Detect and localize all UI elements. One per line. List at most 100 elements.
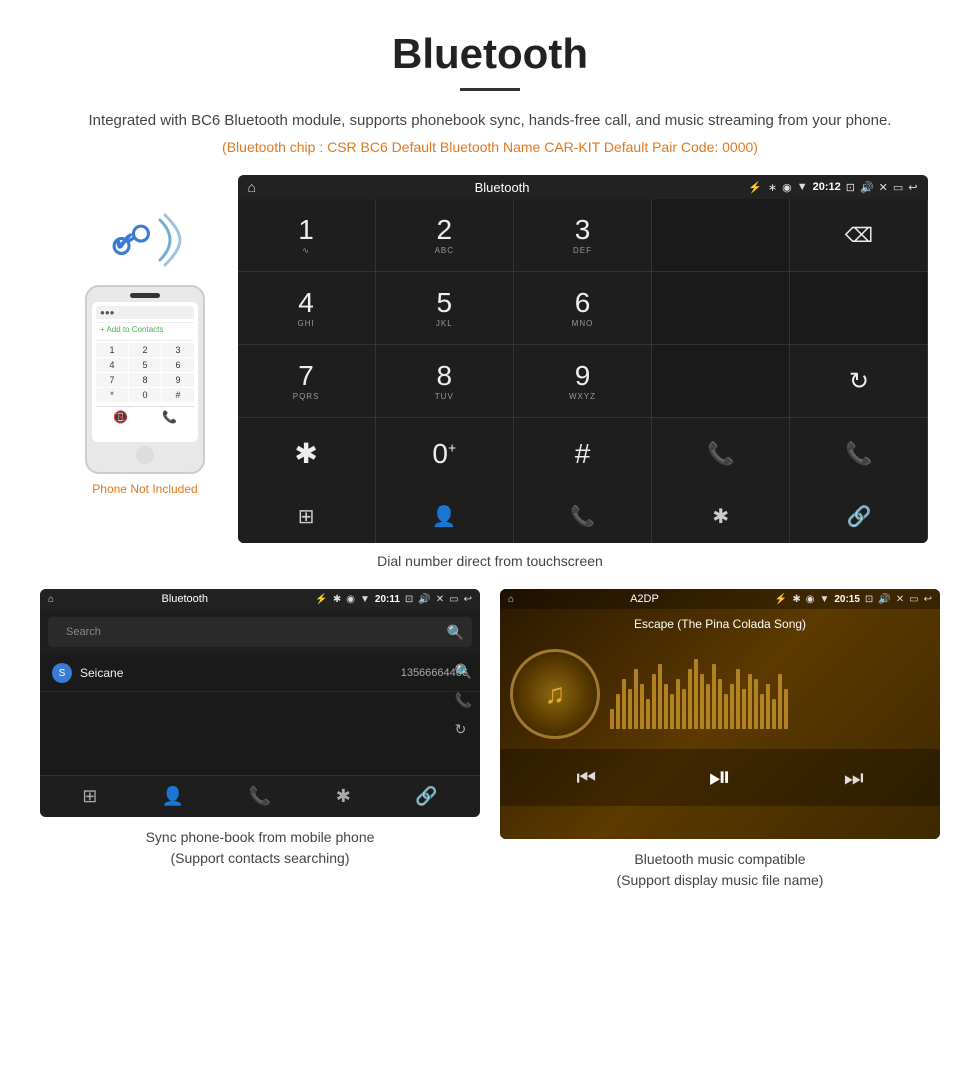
dial-call-green[interactable]: 📞 bbox=[652, 418, 789, 490]
phone-not-included-label: Phone Not Included bbox=[92, 482, 197, 496]
pb-search-side-icon[interactable]: 🔍 bbox=[455, 663, 472, 680]
dial-key-9[interactable]: 9 WXYZ bbox=[514, 345, 651, 417]
status-icons: ∗ ◉ ▼ 20:12 ⊡ 🔊 ✕ ▭ ↩ bbox=[768, 181, 918, 194]
bottom-phone-icon[interactable]: 📞 bbox=[514, 490, 651, 543]
location-icon: ◉ bbox=[782, 181, 792, 194]
dial-cell-empty-2 bbox=[652, 272, 789, 344]
visualizer-bar bbox=[742, 689, 746, 729]
music-play-icon[interactable]: ⏯ bbox=[709, 761, 731, 794]
visualizer-bar bbox=[736, 669, 740, 729]
music-bt-icon: ✱ bbox=[792, 594, 800, 605]
music-cam-icon: ⊡ bbox=[865, 594, 873, 605]
visualizer-bar bbox=[718, 679, 722, 729]
bottom-link-icon[interactable]: 🔗 bbox=[790, 490, 927, 543]
usb-icon: ⚡ bbox=[748, 181, 762, 194]
visualizer-bar bbox=[634, 669, 638, 729]
pb-bottom-link[interactable]: 🔗 bbox=[415, 786, 437, 807]
music-song-title: Escape (The Pina Colada Song) bbox=[500, 609, 940, 639]
visualizer-bar bbox=[748, 674, 752, 729]
bottom-apps-icon[interactable]: ⊞ bbox=[238, 490, 375, 543]
phone-bottom-bar: 📵 📞 bbox=[96, 406, 194, 424]
pb-cam-icon: ⊡ bbox=[405, 594, 413, 605]
bottom-contacts-icon[interactable]: 👤 bbox=[376, 490, 513, 543]
visualizer-bar bbox=[712, 664, 716, 729]
dial-cell-empty-4 bbox=[652, 345, 789, 417]
close-icon: ✕ bbox=[879, 181, 888, 194]
dial-key-7[interactable]: 7 PQRS bbox=[238, 345, 375, 417]
dial-cell-empty-1 bbox=[652, 199, 789, 271]
visualizer-bar bbox=[760, 694, 764, 729]
visualizer-bar bbox=[610, 709, 614, 729]
visualizer-bar bbox=[622, 679, 626, 729]
visualizer-bar bbox=[772, 699, 776, 729]
visualizer-bar bbox=[628, 689, 632, 729]
dial-key-1[interactable]: 1 ∿ bbox=[238, 199, 375, 271]
pb-statusbar: ⌂ Bluetooth ⚡ ✱ ◉ ▼ 20:11 ⊡ 🔊 ✕ ▭ ↩ bbox=[40, 589, 480, 609]
dial-key-3[interactable]: 3 DEF bbox=[514, 199, 651, 271]
pb-usb-icon: ⚡ bbox=[315, 594, 327, 605]
dial-section: ✔ ☍ ●●● + Add to Contacts 123 4 bbox=[0, 175, 980, 543]
visualizer-bar bbox=[664, 684, 668, 729]
visualizer-bar bbox=[694, 659, 698, 729]
add-contact-label: + Add to Contacts bbox=[96, 322, 194, 336]
pb-back-icon: ↩ bbox=[464, 594, 472, 605]
pb-bottom-phone[interactable]: 📞 bbox=[249, 786, 271, 807]
dial-key-hash[interactable]: # bbox=[514, 418, 651, 490]
title-underline bbox=[460, 88, 520, 91]
phone-screen-header: ●●● bbox=[96, 306, 194, 319]
specs-text: (Bluetooth chip : CSR BC6 Default Blueto… bbox=[0, 139, 980, 155]
music-x-icon: ✕ bbox=[896, 594, 904, 605]
phone-image: ●●● + Add to Contacts 123 456 789 *0# 📵 … bbox=[85, 285, 205, 474]
pb-phone-side-icon[interactable]: 📞 bbox=[455, 692, 472, 709]
dial-end-red[interactable]: 📞 bbox=[790, 418, 927, 490]
dial-key-0[interactable]: 0+ bbox=[376, 418, 513, 490]
dial-key-8[interactable]: 8 TUV bbox=[376, 345, 513, 417]
back-icon: ↩ bbox=[908, 181, 917, 194]
volume-icon: 🔊 bbox=[860, 181, 874, 194]
dial-key-5[interactable]: 5 JKL bbox=[376, 272, 513, 344]
pb-title: Bluetooth bbox=[59, 593, 310, 605]
dial-key-star[interactable]: ✱ bbox=[238, 418, 375, 490]
visualizer-bar bbox=[640, 684, 644, 729]
music-album-art: ♫ bbox=[510, 649, 600, 739]
music-usb-icon: ⚡ bbox=[775, 594, 787, 605]
pb-bottom-contacts[interactable]: 👤 bbox=[162, 786, 184, 807]
pb-refresh-side-icon[interactable]: ↻ bbox=[455, 721, 472, 738]
music-prev-icon[interactable]: ⏮ bbox=[576, 765, 596, 791]
dial-key-6[interactable]: 6 MNO bbox=[514, 272, 651, 344]
bluetooth-icon: ✔ bbox=[113, 225, 136, 258]
visualizer-bar bbox=[670, 694, 674, 729]
status-time: 20:12 bbox=[813, 181, 841, 193]
bluetooth-signal-illustration: ✔ ☍ bbox=[105, 205, 185, 275]
camera-icon: ⊡ bbox=[846, 181, 855, 194]
pb-bottom-bt[interactable]: ✱ bbox=[336, 786, 351, 807]
dialpad-grid: 1 ∿ 2 ABC 3 DEF ⌫ 4 GHI 5 JKL bbox=[238, 199, 928, 490]
visualizer-bar bbox=[724, 694, 728, 729]
music-content: ♫ bbox=[500, 639, 940, 749]
music-controls: ⏮ ⏯ ⏭ bbox=[500, 749, 940, 806]
pb-contact-row[interactable]: S Seicane 13566664466 bbox=[40, 655, 480, 692]
dial-android-screen: ⌂ Bluetooth ⚡ ∗ ◉ ▼ 20:12 ⊡ 🔊 ✕ ▭ ↩ 1 ∿ bbox=[238, 175, 928, 543]
music-statusbar: ⌂ A2DP ⚡ ✱ ◉ ▼ 20:15 ⊡ 🔊 ✕ ▭ ↩ bbox=[500, 589, 940, 609]
music-next-icon[interactable]: ⏭ bbox=[844, 765, 864, 791]
dial-backspace[interactable]: ⌫ bbox=[790, 199, 927, 271]
phonebook-screen: ⌂ Bluetooth ⚡ ✱ ◉ ▼ 20:11 ⊡ 🔊 ✕ ▭ ↩ Sear… bbox=[40, 589, 480, 817]
pb-time: 20:11 bbox=[375, 594, 400, 605]
music-time: 20:15 bbox=[834, 594, 860, 605]
dial-key-4[interactable]: 4 GHI bbox=[238, 272, 375, 344]
phonebook-item: ⌂ Bluetooth ⚡ ✱ ◉ ▼ 20:11 ⊡ 🔊 ✕ ▭ ↩ Sear… bbox=[40, 589, 480, 891]
dial-key-2[interactable]: 2 ABC bbox=[376, 199, 513, 271]
visualizer-bar bbox=[616, 694, 620, 729]
page-title: Bluetooth bbox=[0, 0, 980, 88]
pb-search-input[interactable]: Search bbox=[56, 621, 441, 643]
visualizer-bar bbox=[658, 664, 662, 729]
pb-content: S Seicane 13566664466 🔍 📞 ↻ bbox=[40, 655, 480, 775]
dial-redial[interactable]: ↻ bbox=[790, 345, 927, 417]
dial-statusbar: ⌂ Bluetooth ⚡ ∗ ◉ ▼ 20:12 ⊡ 🔊 ✕ ▭ ↩ bbox=[238, 175, 928, 199]
pb-sig-icon: ▼ bbox=[360, 594, 370, 605]
visualizer-bar bbox=[688, 669, 692, 729]
visualizer-bar bbox=[676, 679, 680, 729]
bottom-bluetooth-icon[interactable]: ✱ bbox=[652, 490, 789, 543]
music-title: A2DP bbox=[519, 593, 770, 605]
pb-bottom-apps[interactable]: ⊞ bbox=[82, 786, 97, 807]
